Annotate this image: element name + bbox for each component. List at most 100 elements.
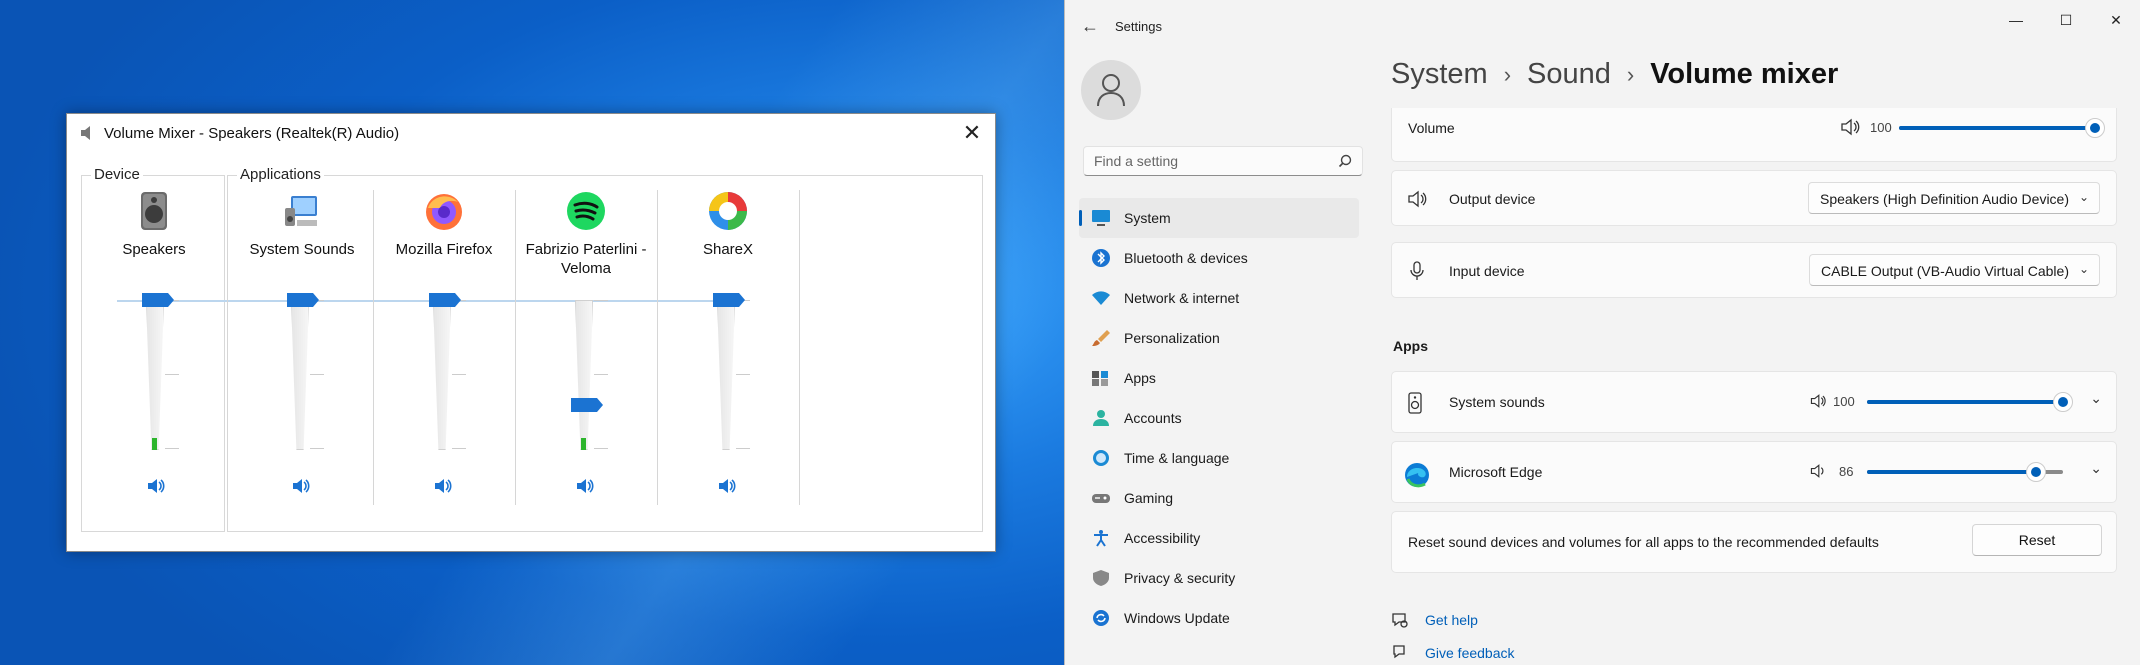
output-device-label: Output device [1449,191,1536,207]
help-icon [1392,613,1408,628]
chevron-right-icon: › [1503,61,1512,87]
sidebar-item-apps[interactable]: Apps [1079,358,1359,398]
sidebar-item-network[interactable]: Network & internet [1079,278,1359,318]
avatar[interactable] [1081,60,1141,120]
accounts-icon [1093,410,1109,426]
slider-fill [1867,470,2036,474]
applications-group-label: Applications [237,166,324,183]
volume-thumb[interactable] [429,293,461,307]
feedback-icon [1393,645,1405,659]
tick-mark [452,374,466,375]
sidebar-item-bluetooth[interactable]: Bluetooth & devices [1079,238,1359,278]
tick-mark [594,374,608,375]
input-device-dropdown[interactable]: CABLE Output (VB-Audio Virtual Cable) ⌄ [1809,254,2100,286]
sidebar-item-personalization[interactable]: Personalization [1079,318,1359,358]
slider-fill [1899,126,2095,130]
speaker-icon [1408,190,1427,208]
volume-thumb[interactable] [713,293,745,307]
sidebar-item-accessibility[interactable]: Accessibility [1079,518,1359,558]
edge-icon [1405,463,1429,488]
reset-card: Reset sound devices and volumes for all … [1391,511,2117,573]
accessibility-icon [1094,530,1108,547]
maximize-button[interactable]: ☐ [2046,8,2086,32]
bluetooth-icon [1092,249,1110,267]
gamepad-icon [1092,494,1110,503]
mute-speaker-icon[interactable] [145,476,167,496]
mute-speaker-icon[interactable] [716,476,738,496]
search-box[interactable] [1083,146,1363,176]
page-title: Volume mixer [1650,58,1839,90]
peak-meter [152,438,157,450]
volume-mixer-window: Volume Mixer - Speakers (Realtek(R) Audi… [66,113,996,552]
sidebar-item-windows-update[interactable]: Windows Update [1079,598,1359,638]
speaker-icon[interactable] [1839,116,1861,138]
search-input[interactable] [1094,153,1324,169]
speaker-icon[interactable] [1809,392,1827,410]
close-button[interactable]: ✕ [2096,8,2136,32]
chevron-down-icon[interactable]: ⌄ [2090,390,2102,407]
tick-mark [736,448,750,449]
chevron-down-icon[interactable]: ⌄ [2090,460,2102,477]
get-help-link[interactable]: Get help [1425,612,1478,628]
window-title: Volume Mixer - Speakers (Realtek(R) Audi… [104,125,400,142]
volume-slider[interactable] [1899,118,2105,138]
volume-thumb[interactable] [287,293,319,307]
channel-name: System Sounds [249,241,355,258]
output-device-dropdown[interactable]: Speakers (High Definition Audio Device) ⌄ [1807,182,2100,214]
slider-thumb[interactable] [2025,462,2046,482]
breadcrumb: System › Sound › Volume mixer [1391,58,1838,91]
divider [227,190,228,505]
breadcrumb-sound[interactable]: Sound [1527,58,1611,91]
breadcrumb-system[interactable]: System [1391,58,1488,91]
mute-speaker-icon[interactable] [432,476,454,496]
chevron-down-icon: ⌄ [2078,190,2089,204]
sharex-icon [709,192,747,230]
back-arrow-icon[interactable]: ← [1081,16,1099,37]
shield-icon [1093,570,1109,586]
app-volume-slider[interactable] [1867,462,2063,482]
reset-button[interactable]: Reset [1972,524,2102,556]
sidebar-item-privacy[interactable]: Privacy & security [1079,558,1359,598]
slider-thumb[interactable] [2053,392,2073,412]
sidebar-item-time-language[interactable]: Time & language [1079,438,1359,478]
app-name: Microsoft Edge [1449,464,1543,480]
globe-clock-icon [1093,450,1109,466]
volume-thumb[interactable] [571,398,603,412]
tick-mark [594,300,608,301]
peak-meter [581,438,586,450]
speaker-icon[interactable] [1809,462,1827,480]
speaker-device-icon [141,192,167,230]
tick-mark [310,374,324,375]
brush-icon [1092,330,1110,346]
channel-name: Mozilla Firefox [395,241,493,258]
output-device-card: Output device Speakers (High Definition … [1391,170,2117,226]
slider-thumb[interactable] [2085,118,2105,138]
give-feedback-link[interactable]: Give feedback [1425,645,1515,661]
volume-label: Volume [1408,120,1455,136]
app-volume-value: 86 [1839,464,1854,479]
channel-name: Fabrizio Paterlini - Veloma [525,241,647,277]
sidebar-item-accounts[interactable]: Accounts [1079,398,1359,438]
mute-speaker-icon[interactable] [290,476,312,496]
mute-speaker-icon[interactable] [574,476,596,496]
spotify-icon [567,192,605,230]
user-icon [1097,74,1125,107]
app-row-microsoft-edge[interactable]: Microsoft Edge 86 ⌄ [1391,441,2117,503]
sidebar-item-system[interactable]: System [1079,198,1359,238]
chevron-down-icon: ⌄ [2078,262,2089,276]
volume-thumb[interactable] [142,293,174,307]
sidebar-nav: System Bluetooth & devices Network & int… [1079,198,1359,638]
tick-mark [452,448,466,449]
app-name: System sounds [1449,394,1545,410]
chevron-right-icon: › [1626,61,1635,87]
title-bar: Volume Mixer - Speakers (Realtek(R) Audi… [67,114,995,152]
channel-name: ShareX [702,241,754,258]
minimize-button[interactable]: — [1996,8,2036,32]
close-button[interactable]: ✕ [949,114,995,152]
speaker-icon [81,126,90,140]
app-volume-slider[interactable] [1867,392,2073,412]
wifi-icon [1092,291,1110,305]
tick-mark [310,448,324,449]
app-row-system-sounds[interactable]: System sounds 100 ⌄ [1391,371,2117,433]
sidebar-item-gaming[interactable]: Gaming [1079,478,1359,518]
